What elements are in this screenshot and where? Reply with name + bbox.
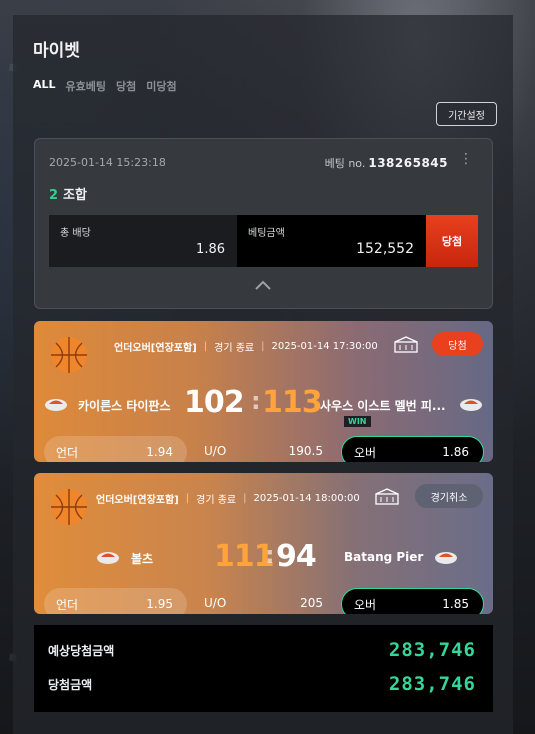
filter-tabs: ALL 유효베팅 당첨 미당첨 [33,78,177,94]
won-amount-row: 당첨금액 283,746 [48,673,476,695]
win-badge: WIN [344,416,371,427]
under-option[interactable]: 언더 1.95 [44,588,187,614]
over-option[interactable]: 오버 1.85 [341,588,484,614]
separator: | [203,340,208,352]
under-odds: 1.94 [146,445,173,459]
game-status-badge: 경기취소 [415,484,483,508]
game-datetime: 2025-01-14 18:00:00 [253,492,360,504]
bet-number-label: 베팅 no. [324,157,366,170]
separator: | [261,340,265,352]
expected-payout-label: 예상당첨금액 [48,643,115,658]
expected-payout-value: 283,746 [388,639,476,661]
total-odds-label: 총 배당 [60,228,91,239]
away-score: 113 [262,385,323,420]
tab-all[interactable]: ALL [33,78,56,94]
period-setting-button[interactable]: 기간설정 [436,102,497,126]
won-amount-label: 당첨금액 [48,677,93,692]
over-odds: 1.86 [442,445,469,459]
expected-payout-row: 예상당첨금액 283,746 [48,639,476,661]
tab-valid-bets[interactable]: 유효베팅 [66,78,106,94]
won-amount-value: 283,746 [388,673,476,695]
bet-amount-label: 베팅금액 [248,228,285,239]
separator: | [243,492,247,504]
bet-summary-card: 2025-01-14 15:23:18 베팅 no. 138265845 ⋮ 2조… [34,138,493,309]
bet-number: 베팅 no. 138265845 [325,155,448,171]
under-option[interactable]: 언더 1.94 [44,436,187,462]
over-odds: 1.85 [442,597,469,611]
game-datetime: 2025-01-14 17:30:00 [271,340,378,352]
under-odds: 1.95 [146,597,173,611]
bet-datetime: 2025-01-14 15:23:18 [49,156,166,169]
basketball-icon [51,337,87,373]
under-label: 언더 [56,445,79,460]
under-label: 언더 [56,597,79,612]
uo-label: U/O [204,444,227,458]
tab-won[interactable]: 당첨 [116,78,136,94]
handicap-line: 205 [300,596,323,610]
separator: | [185,492,190,504]
game-state: 경기 종료 [214,342,255,354]
combo-label: 조합 [63,188,87,203]
over-option[interactable]: 오버 1.86 [341,436,484,462]
payout-summary: 예상당첨금액 283,746 당첨금액 283,746 [34,625,493,712]
game-info: 언더오버[연장포함] | 경기 종료 | 2025-01-14 18:00:00 [96,486,360,510]
over-label: 오버 [354,597,377,612]
page-title: 마이벳 [33,41,80,61]
game-card: 언더오버[연장포함] | 경기 종료 | 2025-01-14 17:30:00… [34,321,493,462]
combo-number: 2 [49,188,59,203]
away-team-name: 사우스 이스트 멜번 피... [320,399,446,413]
chevron-up-icon[interactable] [253,279,273,291]
game-card: 언더오버[연장포함] | 경기 종료 | 2025-01-14 18:00:00… [34,473,493,614]
away-score: 94 [276,539,317,574]
uo-label: U/O [204,596,227,610]
team-logo-icon [460,399,482,411]
handicap-line: 190.5 [288,444,323,458]
total-odds-value: 1.86 [196,242,225,257]
bet-result-badge: 당첨 [426,215,478,267]
score-separator: : [265,541,275,569]
bet-amount-value: 152,552 [356,241,414,257]
market-name: 언더오버[연장포함] [96,494,179,506]
tab-lost[interactable]: 미당첨 [146,78,176,94]
stadium-icon [375,488,399,505]
team-logo-icon [45,399,67,411]
team-logo-icon [97,552,119,564]
more-options-icon[interactable]: ⋮ [459,152,473,166]
market-name: 언더오버[연장포함] [114,342,197,354]
game-status-badge: 당첨 [432,332,483,356]
home-score: 102 [184,385,245,420]
total-odds-box: 총 배당 1.86 [49,215,237,267]
basketball-icon [51,489,87,525]
home-team-name: 볼츠 [131,552,154,566]
score-separator: : [251,387,261,415]
mybet-panel: 마이벳 ALL 유효베팅 당첨 미당첨 기간설정 2025-01-14 15:2… [13,15,513,734]
stadium-icon [394,336,418,353]
game-state: 경기 종료 [196,494,237,506]
bet-amount-box: 베팅금액 152,552 [237,215,426,267]
team-logo-icon [435,552,457,564]
away-team-name: Batang Pier [344,550,424,564]
home-team-name: 카이른스 타이판스 [78,399,171,413]
over-label: 오버 [354,445,377,460]
combo-count: 2 조합 [49,184,87,203]
bet-number-value: 138265845 [368,156,448,170]
game-info: 언더오버[연장포함] | 경기 종료 | 2025-01-14 17:30:00 [114,334,378,358]
